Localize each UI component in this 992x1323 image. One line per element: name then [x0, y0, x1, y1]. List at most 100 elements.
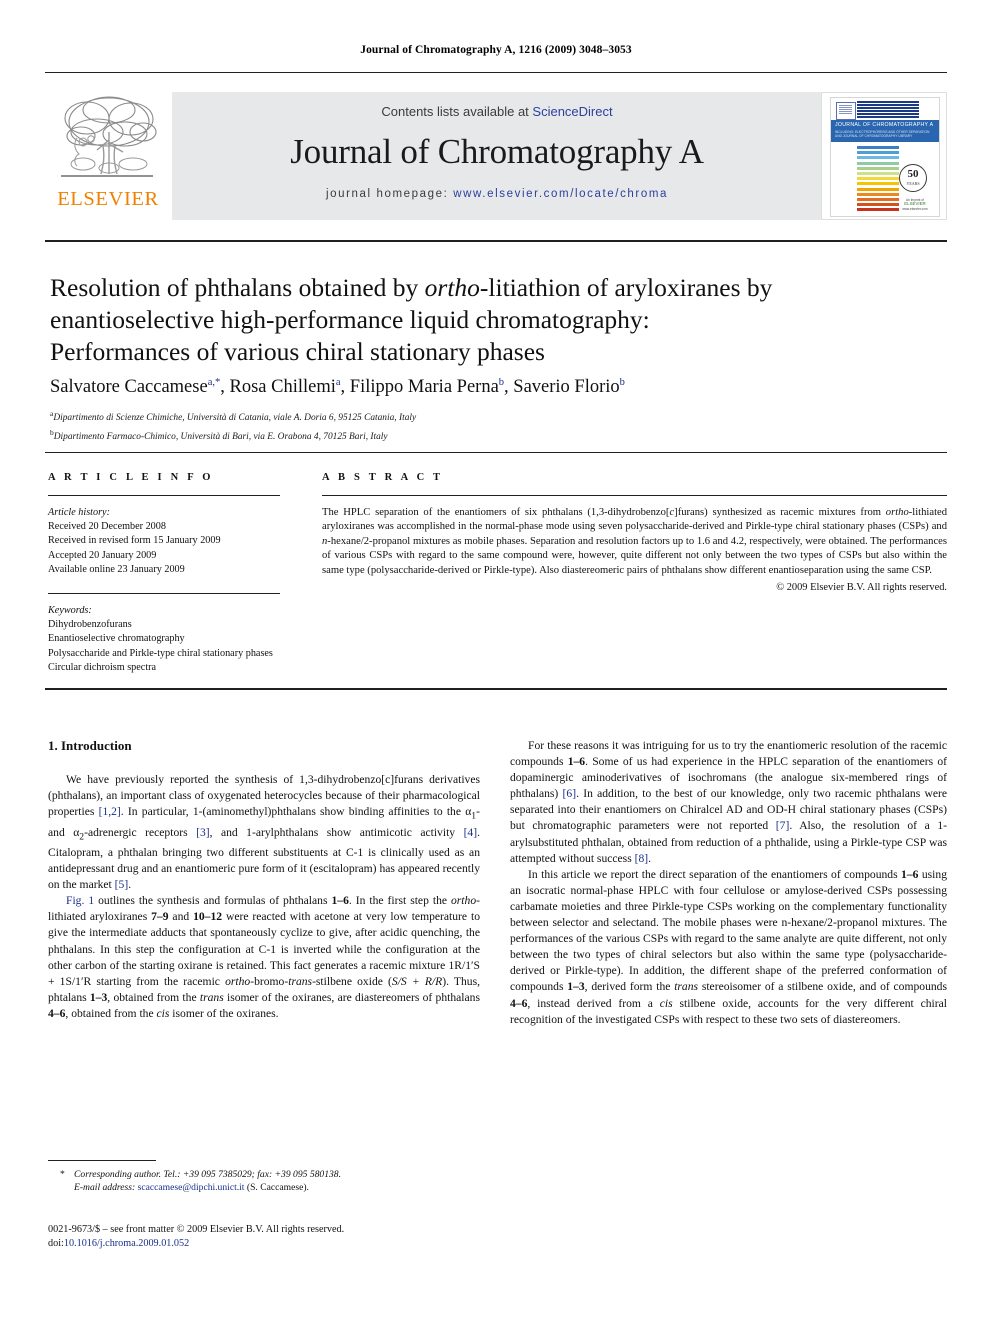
intro-paragraph-4: In this article we report the direct sep…	[510, 867, 947, 1028]
cover-stripe	[857, 151, 899, 155]
p1-part-5: , and 1-arylphthalans show antimicotic a…	[209, 825, 464, 839]
r2-compounds-1-6: 1–6	[901, 867, 919, 881]
citation-3[interactable]: [3]	[196, 826, 210, 839]
p1-part-7: .	[128, 878, 132, 892]
p2-italic-config: S/S + R/R	[391, 974, 443, 988]
citation-7[interactable]: [7]	[776, 819, 790, 832]
masthead-bottom-rule	[45, 240, 947, 242]
p2-italic-trans-1: trans	[288, 974, 313, 988]
p2-italic-ortho-1: ortho	[451, 894, 477, 908]
p2-part-1: outlines the synthesis and formulas of p…	[94, 894, 332, 908]
footnote-text: Corresponding author. Tel.: +39 095 7385…	[48, 1168, 480, 1194]
p2-compounds-4-6: 4–6	[48, 1006, 66, 1020]
abstract-panel: A B S T R A C T The HPLC separation of t…	[322, 472, 947, 593]
anniversary-seal-icon: 50 YEARS	[899, 164, 927, 192]
cover-stripe	[857, 192, 899, 196]
elsevier-tree-icon	[61, 96, 157, 177]
author-name[interactable]: Rosa Chillemi	[229, 377, 335, 397]
r1-part-5: .	[648, 851, 652, 865]
p2-compounds-10-12: 10–12	[193, 910, 223, 924]
footnote-email-link[interactable]: scaccamese@dipchi.unict.it	[138, 1182, 245, 1193]
keywords-block: Keywords: Dihydrobenzofurans Enantiosele…	[48, 604, 280, 675]
cover-stripe	[857, 146, 899, 150]
doi-link[interactable]: 10.1016/j.chroma.2009.01.052	[64, 1238, 189, 1249]
corresponding-author-footnote: * Corresponding author. Tel.: +39 095 73…	[48, 1168, 480, 1194]
figure-1-link[interactable]: Fig. 1	[66, 894, 94, 907]
cover-stripe	[857, 161, 899, 165]
journal-cover-thumbnail[interactable]: JOURNAL OF CHROMATOGRAPHY A INCLUDING: E…	[821, 92, 947, 220]
abstract-part-1: The HPLC separation of the enantiomers o…	[322, 507, 670, 518]
doi-label: doi:	[48, 1238, 64, 1249]
author-affiliation-mark: a	[335, 377, 341, 388]
journal-title: Journal of Chromatography A	[290, 132, 704, 171]
affiliation-text: Dipartimento di Scienze Chimiche, Univer…	[53, 413, 417, 424]
keyword-3: Polysaccharide and Pirkle-type chiral st…	[48, 647, 273, 659]
sciencedirect-link[interactable]: ScienceDirect	[532, 104, 612, 119]
abstract-rule	[322, 495, 947, 496]
article-history-label: Article history:	[48, 507, 110, 518]
r1-compounds-1-6: 1–6	[567, 755, 586, 769]
history-accepted: Accepted 20 January 2009	[48, 549, 157, 561]
cover-title-band: JOURNAL OF CHROMATOGRAPHY A INCLUDING: E…	[831, 120, 939, 142]
footnote-contact: Corresponding author. Tel.: +39 095 7385…	[74, 1169, 342, 1180]
footnote-email-suffix: (S. Caccamese).	[244, 1182, 309, 1193]
contents-prefix: Contents lists available at	[381, 104, 533, 119]
author-list: Salvatore Caccamesea,*, Rosa Chillemia, …	[50, 377, 625, 398]
keywords-rule	[48, 593, 280, 595]
p2-part-6: -bromo-	[250, 974, 289, 988]
cover-top-stripes	[857, 101, 919, 119]
p2-compounds-1-3: 1–3	[89, 990, 108, 1004]
page-title: Resolution of phthalans obtained by orth…	[50, 272, 910, 368]
body-column-left: 1. Introduction We have previously repor…	[48, 738, 480, 1022]
r2-part-3: , derived form the	[584, 980, 675, 994]
p2-italic-cis: cis	[156, 1006, 170, 1020]
r2-part-4: stereoisomer of a stilbene oxide, and of…	[698, 980, 947, 994]
footnote-star: *	[60, 1169, 65, 1180]
intro-paragraph-2: Fig. 1 outlines the synthesis and formul…	[48, 893, 480, 1022]
affiliation-text: Dipartimento Farmaco-Chimico, Università…	[53, 431, 388, 442]
r2-part-2: using an isocratic normal-phase HPLC wit…	[510, 867, 947, 994]
title-part-2: -litiathion of aryloxiranes by	[479, 273, 773, 302]
journal-homepage-line: journal homepage: www.elsevier.com/locat…	[172, 188, 822, 200]
article-info-rule	[48, 495, 280, 496]
keywords-label: Keywords:	[48, 605, 92, 617]
article-info-panel: A R T I C L E I N F O Article history: R…	[48, 472, 280, 675]
author-name[interactable]: Salvatore Caccamese	[50, 377, 208, 397]
p2-compounds-1-6: 1–6	[331, 894, 349, 908]
citation-4[interactable]: [4]	[464, 826, 478, 839]
author-name[interactable]: Saverio Florio	[513, 377, 619, 397]
p2-part-4: and	[168, 910, 194, 924]
citation-5[interactable]: [5]	[115, 878, 129, 891]
seal-number: 50	[907, 168, 919, 180]
cover-stripe	[857, 177, 899, 181]
cover-band-title: JOURNAL OF CHROMATOGRAPHY A	[835, 122, 934, 128]
r2-part-5: , instead derived from a	[527, 996, 660, 1010]
contents-available-line: Contents lists available at ScienceDirec…	[172, 104, 822, 119]
affiliation-line: aDipartimento di Scienze Chimiche, Unive…	[50, 407, 930, 426]
author-name[interactable]: Filippo Maria Perna	[350, 377, 499, 397]
seal-label: YEARS	[906, 181, 920, 186]
p2-compounds-7-9: 7–9	[151, 910, 169, 924]
citation-6[interactable]: [6]	[563, 787, 577, 800]
footnote-email-label: E-mail address:	[74, 1182, 136, 1193]
citation-8[interactable]: [8]	[635, 852, 649, 865]
elsevier-logo[interactable]: ELSEVIER	[45, 92, 171, 220]
r2-italic-trans: trans	[674, 980, 699, 994]
article-page: Journal of Chromatography A, 1216 (2009)…	[0, 0, 992, 1323]
keyword-1: Dihydrobenzofurans	[48, 619, 132, 631]
abstract-text: The HPLC separation of the enantiomers o…	[322, 506, 947, 578]
affiliation-list: aDipartimento di Scienze Chimiche, Unive…	[50, 407, 930, 444]
p2-italic-ortho-2: ortho	[225, 974, 251, 988]
article-info-heading: A R T I C L E I N F O	[48, 472, 214, 483]
cover-credit-2: ELSEVIER	[904, 201, 926, 207]
running-head: Journal of Chromatography A, 1216 (2009)…	[360, 44, 632, 56]
author-affiliation-mark: b	[498, 377, 505, 388]
r2-part-1: In this article we report the direct sep…	[528, 867, 902, 881]
affiliation-line: bDipartimento Farmaco-Chimico, Universit…	[50, 426, 930, 445]
r2-compounds-1-3: 1–3	[567, 980, 585, 994]
abstract-heading: A B S T R A C T	[322, 472, 444, 483]
homepage-url-link[interactable]: www.elsevier.com/locate/chroma	[453, 188, 668, 200]
article-history: Article history: Received 20 December 20…	[48, 506, 280, 577]
p2-part-10: isomer of the oxiranes, are diastereomer…	[223, 990, 480, 1004]
citation-1-2[interactable]: [1,2]	[99, 805, 121, 818]
